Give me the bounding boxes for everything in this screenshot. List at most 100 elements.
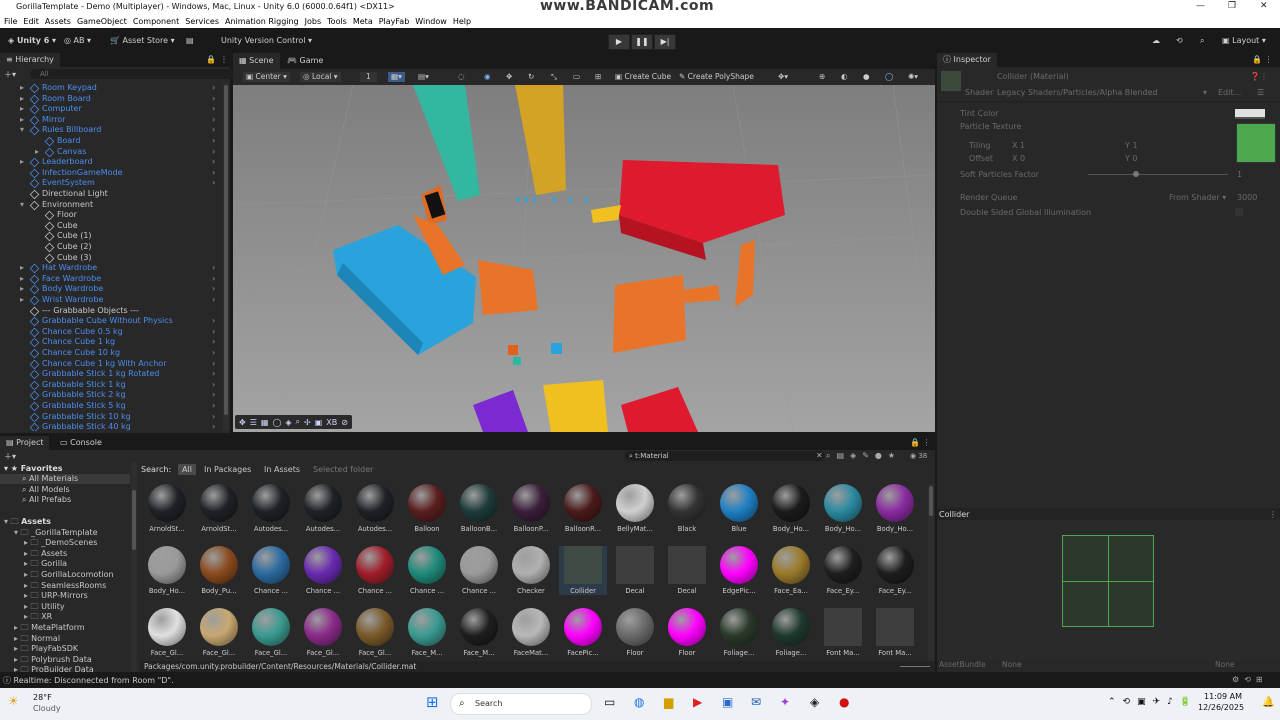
hierarchy-item[interactable]: Cube (1) [0,231,222,242]
material-asset[interactable]: Body_Ho... [143,546,191,595]
favorite-all-prefabs[interactable]: ⌕ All Prefabs [22,495,71,505]
tiling-y-field[interactable]: Y 1 [1125,141,1138,150]
material-asset[interactable]: BalloonR... [559,484,607,533]
material-asset[interactable]: EdgePic... [715,546,763,595]
material-asset[interactable]: BalloonP... [507,484,555,533]
material-asset[interactable]: ArnoldSt... [143,484,191,533]
material-asset[interactable]: Foliage... [715,608,763,657]
material-asset[interactable]: Face_Ey... [819,546,867,595]
minimize-icon[interactable]: — [1196,1,1205,11]
material-asset[interactable]: Face_Gl... [299,608,347,657]
asset-store-button[interactable]: 🛒 Asset Store ▾ [110,36,175,45]
create-asset-button[interactable]: ＋▾ [4,451,16,462]
cloud-icon[interactable]: ☁ [1152,36,1160,45]
prefab-open-icon[interactable]: › [212,168,215,179]
prefab-open-icon[interactable]: › [212,316,215,327]
hierarchy-item[interactable]: Grabbable Stick 10 kg › [0,412,222,423]
effects-icon[interactable]: ◯ [885,72,893,82]
hierarchy-item[interactable]: Grabbable Cube Without Physics › [0,316,222,327]
status-icons[interactable]: ⚙⟲⊞ [1232,675,1268,684]
material-asset[interactable]: Font Ma... [871,608,919,657]
prefab-open-icon[interactable]: › [212,401,215,412]
create-polyshape-button[interactable]: ✎ Create PolyShape [679,72,754,82]
menu-component[interactable]: Component [133,15,179,28]
menu-help[interactable]: Help [453,15,471,28]
material-asset[interactable]: Autodes... [299,484,347,533]
material-preview[interactable] [937,520,1280,660]
particle-texture-slot[interactable] [1236,123,1276,163]
material-asset[interactable]: Balloon [403,484,451,533]
prefab-open-icon[interactable]: › [212,337,215,348]
material-asset[interactable]: Blue [715,484,763,533]
prefab-open-icon[interactable]: › [212,412,215,423]
prefab-open-icon[interactable]: › [212,125,215,136]
hierarchy-item[interactable]: EventSystem › [0,178,222,189]
expand-arrow-icon[interactable]: ▾ [20,125,24,136]
lock-icon[interactable]: 🔒 [206,55,216,64]
hierarchy-item[interactable]: ▸ Wrist Wardrobe › [0,295,222,306]
clock-time[interactable]: 11:09 AM [1204,692,1242,701]
material-asset[interactable]: Body_Pu... [195,546,243,595]
bandicam-icon[interactable]: ● [839,695,849,709]
filter-in-packages[interactable]: In Packages [204,465,251,474]
overlay-grid-icon[interactable]: ▦ [261,418,269,427]
prefab-open-icon[interactable]: › [212,295,215,306]
task-view-icon[interactable]: ▭ [604,695,615,709]
material-asset[interactable]: Face_Gl... [143,608,191,657]
tab-console[interactable]: ▭ Console [54,436,108,450]
space-dropdown[interactable]: ◎ Local ▾ [300,72,341,82]
menu-services[interactable]: Services [185,15,219,28]
pause-button[interactable]: ❚❚ [631,34,653,50]
hierarchy-item[interactable]: ▸ Computer › [0,104,222,115]
material-asset[interactable]: Face_Ey... [871,546,919,595]
hierarchy-item[interactable]: ▸ Hat Wardrobe › [0,263,222,274]
transform-tool-icon[interactable]: ⊞ [595,72,601,82]
shader-dropdown[interactable]: Legacy Shaders/Particles/Alpha Blended ▾ [997,88,1207,97]
hierarchy-item[interactable]: ▸ Canvas › [0,147,222,158]
hierarchy-item[interactable]: Grabbable Stick 40 kg › [0,422,222,431]
hierarchy-item[interactable]: ▸ Leaderboard › [0,157,222,168]
prefab-open-icon[interactable]: › [212,115,215,126]
maximize-icon[interactable]: ❐ [1228,1,1236,11]
favorite-all-models[interactable]: ⌕ All Models [22,485,70,495]
overlay-layers-icon[interactable]: ◈ [285,418,291,427]
search-icon[interactable]: ⌕ [1200,36,1204,46]
menu-window[interactable]: Window [415,15,447,28]
move-icon[interactable]: ◌ [458,72,465,82]
expand-arrow-icon[interactable]: ▸ [35,147,39,158]
add-object-button[interactable]: ＋▾ [4,69,16,80]
prefab-open-icon[interactable]: › [212,380,215,391]
material-asset[interactable]: Autodes... [351,484,399,533]
hierarchy-item[interactable]: ▾ Environment [0,200,222,211]
material-asset[interactable]: Foliage... [767,608,815,657]
copilot-icon[interactable]: ✦ [780,695,790,709]
hierarchy-item[interactable]: Cube (2) [0,242,222,253]
favorites-header[interactable]: ▾ ★ Favorites [4,464,63,473]
prefab-open-icon[interactable]: › [212,348,215,359]
project-search-input[interactable]: ⌕ t:Material [625,451,825,461]
create-cube-button[interactable]: ▣ Create Cube [615,72,671,82]
prefab-open-icon[interactable]: › [212,147,215,158]
material-asset[interactable]: BellyMat... [611,484,659,533]
unity-account-button[interactable]: ◈ Unity 6 ▾ [8,36,56,45]
weather-condition[interactable]: Cloudy [33,704,61,713]
hierarchy-item[interactable]: Cube (3) [0,253,222,264]
menu-gameobject[interactable]: GameObject [77,15,127,28]
menu-edit[interactable]: Edit [23,15,39,28]
panel-menu-icon[interactable]: ⋮ [220,55,228,64]
hierarchy-item[interactable]: Board › [0,136,222,147]
overlay-list-icon[interactable]: ☰ [250,418,257,427]
hierarchy-item[interactable]: Grabbable Stick 1 kg Rotated › [0,369,222,380]
soft-particles-value[interactable]: 1 [1237,170,1242,179]
overlay-pan-icon[interactable]: ✢ [304,418,311,427]
prefab-open-icon[interactable]: › [212,369,215,380]
grid-icon[interactable]: ▦▾ [388,72,405,82]
overlay-move-icon[interactable]: ✥ [239,418,246,427]
material-asset[interactable]: Black [663,484,711,533]
material-asset[interactable]: Face_Gl... [351,608,399,657]
hierarchy-search-input[interactable]: All [30,69,235,79]
dsgi-checkbox[interactable] [1235,208,1243,216]
overlay-rotate-icon[interactable]: ◯ [272,418,281,427]
prefab-open-icon[interactable]: › [212,157,215,168]
clear-search-icon[interactable]: ✕ [816,451,823,460]
